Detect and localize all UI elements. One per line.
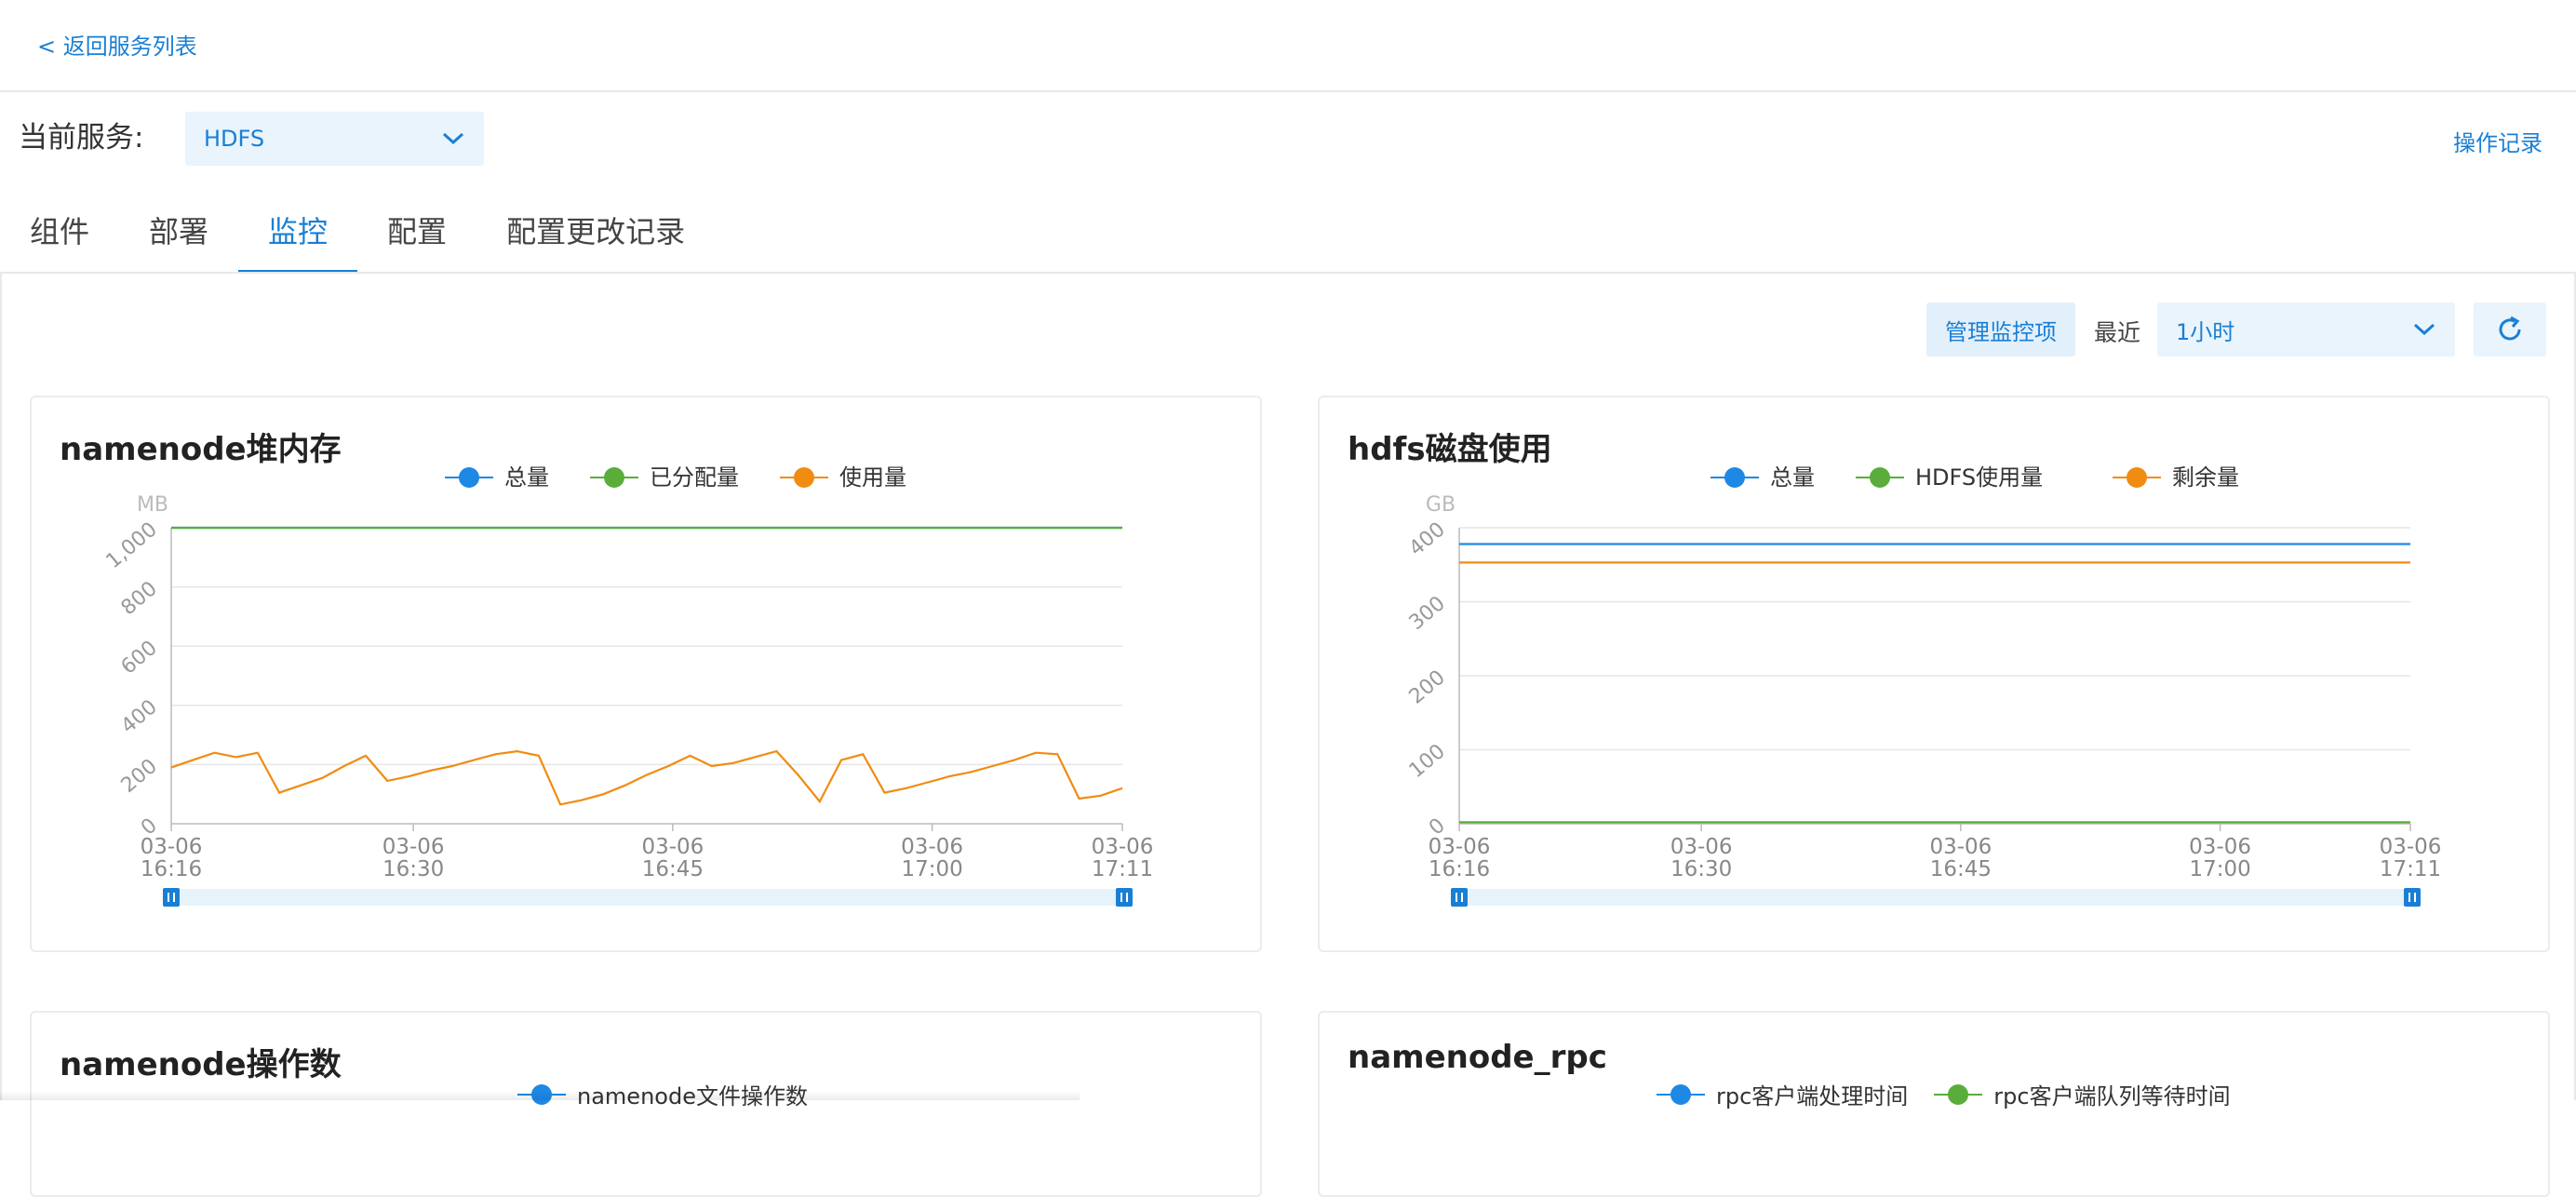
x-tick-label: 16:30 (1670, 857, 1732, 881)
tab-monitor[interactable]: 监控 (238, 186, 358, 274)
chart-card-hdfs-disk: hdfs磁盘使用 总量 HDFS使用量 剩余量 GB 0 100 200 300 400 03-0… (1318, 396, 2550, 952)
y-tick-label: 800 (117, 577, 162, 620)
y-tick-label: 300 (1405, 592, 1450, 635)
legend-label: 总量 (504, 464, 549, 491)
x-tick-label: 17:00 (901, 857, 962, 881)
x-tick-label: 16:45 (642, 857, 704, 881)
legend-item: rpc客户端队列等待时间 (1932, 1078, 2231, 1110)
zoom-handle[interactable] (1116, 888, 1133, 907)
x-tick-label: 16:30 (382, 857, 444, 881)
zoom-handle-body (2404, 888, 2421, 907)
y-tick-label: 200 (1405, 666, 1450, 708)
series-line (170, 749, 1123, 806)
chevron-down-icon (442, 132, 464, 145)
back-link-label: < 返回服务列表 (37, 34, 197, 60)
refresh-icon (2499, 316, 2521, 341)
legend-label: rpc客户端队列等待时间 (1993, 1083, 2231, 1110)
x-tick-label: 03-06 (1929, 835, 1992, 859)
tab-config[interactable]: 配置 (357, 186, 476, 274)
chart-namenode-heap: 总量 已分配量 使用量MB02004006008001,00003-0616:160… (102, 464, 1154, 907)
chart-card-namenode-ops: namenode操作数 namenode文件操作数 (30, 1011, 1262, 1197)
legend-label: 总量 (1770, 464, 1815, 491)
legend-dot (604, 467, 624, 488)
y-tick-label: 400 (1405, 518, 1450, 560)
legend-dot (794, 467, 814, 488)
legend-dot (459, 467, 479, 488)
y-tick-label: 600 (117, 637, 162, 679)
legend-dot (1724, 467, 1745, 488)
x-tick-label: 17:11 (2380, 857, 2441, 881)
chart-hdfs-disk: 总量 HDFS使用量 剩余量GB010020030040003-0616:1603-… (1405, 464, 2442, 907)
y-tick-label: 100 (1405, 740, 1450, 783)
zoom-handle[interactable] (2404, 888, 2421, 907)
header-divider (0, 90, 2576, 92)
chart-legend: rpc客户端处理时间 rpc客户端队列等待时间 (1655, 1078, 2231, 1110)
zoom-handle[interactable] (163, 888, 180, 907)
time-range-value: 1小时 (2176, 318, 2235, 345)
x-tick-label: 16:16 (1429, 857, 1490, 881)
x-tick-label: 03-06 (2380, 835, 2442, 859)
x-tick-label: 03-06 (641, 835, 704, 859)
tab-config-history[interactable]: 配置更改记录 (476, 186, 715, 274)
legend-label: 剩余量 (2172, 464, 2239, 491)
legend-label: rpc客户端处理时间 (1716, 1083, 1909, 1110)
y-tick-label: 400 (117, 695, 162, 738)
x-tick-label: 03-06 (1670, 835, 1733, 859)
y-tick-label: 1,000 (102, 518, 162, 573)
bottom-shadow (0, 1091, 1080, 1100)
legend-marker (1657, 1083, 1705, 1105)
legend-label: HDFS使用量 (1915, 464, 2043, 491)
zoom-track (171, 889, 1124, 906)
zoom-handle[interactable] (1451, 888, 1468, 907)
x-tick-label: 03-06 (141, 835, 203, 859)
service-tabs: 组件 部署 监控 配置 配置更改记录 (0, 186, 715, 274)
time-range-select[interactable]: 1小时 (2157, 303, 2455, 356)
service-select-value: HDFS (204, 126, 265, 152)
x-tick-label: 17:11 (1092, 857, 1153, 881)
chevron-down-icon (2413, 323, 2435, 336)
x-tick-label: 03-06 (1429, 835, 1491, 859)
x-tick-label: 16:16 (141, 857, 202, 881)
service-select[interactable]: HDFS (185, 112, 484, 166)
legend-label: 使用量 (839, 464, 906, 491)
x-tick-label: 17:00 (2189, 857, 2250, 881)
zoom-handle-body (1451, 888, 1468, 907)
x-tick-label: 03-06 (382, 835, 445, 859)
tab-deploy[interactable]: 部署 (119, 186, 238, 274)
zoom-handle-body (1116, 888, 1133, 907)
refresh-button[interactable] (2474, 303, 2546, 356)
x-tick-label: 03-06 (1092, 835, 1154, 859)
x-tick-label: 16:45 (1930, 857, 1992, 881)
legend-dot (1870, 467, 1890, 488)
y-axis-unit: MB (137, 493, 168, 517)
tab-components[interactable]: 组件 (0, 186, 119, 274)
operation-log-link[interactable]: 操作记录 (2453, 125, 2542, 157)
legend-label: 已分配量 (650, 464, 739, 491)
legend-item: rpc客户端处理时间 (1655, 1078, 1908, 1110)
x-tick-label: 03-06 (2189, 835, 2251, 859)
legend-dot (2127, 467, 2147, 488)
chart-card-namenode-rpc: namenode_rpc rpc客户端处理时间 rpc客户端队列等待时间 (1318, 1011, 2550, 1197)
legend-marker (1934, 1083, 1983, 1105)
back-to-service-list-link[interactable]: < 返回服务列表 (37, 28, 197, 61)
y-tick-label: 200 (117, 755, 162, 798)
chart-card-namenode-heap: namenode堆内存 总量 已分配量 使用量 MB 0 200 400 600 800 1,00… (30, 396, 1262, 952)
manage-monitor-items-button[interactable]: 管理监控项 (1926, 303, 2075, 356)
zoom-track (1459, 889, 2412, 906)
recent-label: 最近 (2094, 319, 2141, 346)
x-tick-label: 03-06 (901, 835, 963, 859)
y-axis-unit: GB (1426, 493, 1456, 517)
zoom-handle-body (163, 888, 180, 907)
current-service-label: 当前服务: (19, 121, 144, 155)
chart-title: namenode操作数 (60, 1046, 342, 1083)
chart-title: namenode_rpc (1348, 1039, 1607, 1076)
